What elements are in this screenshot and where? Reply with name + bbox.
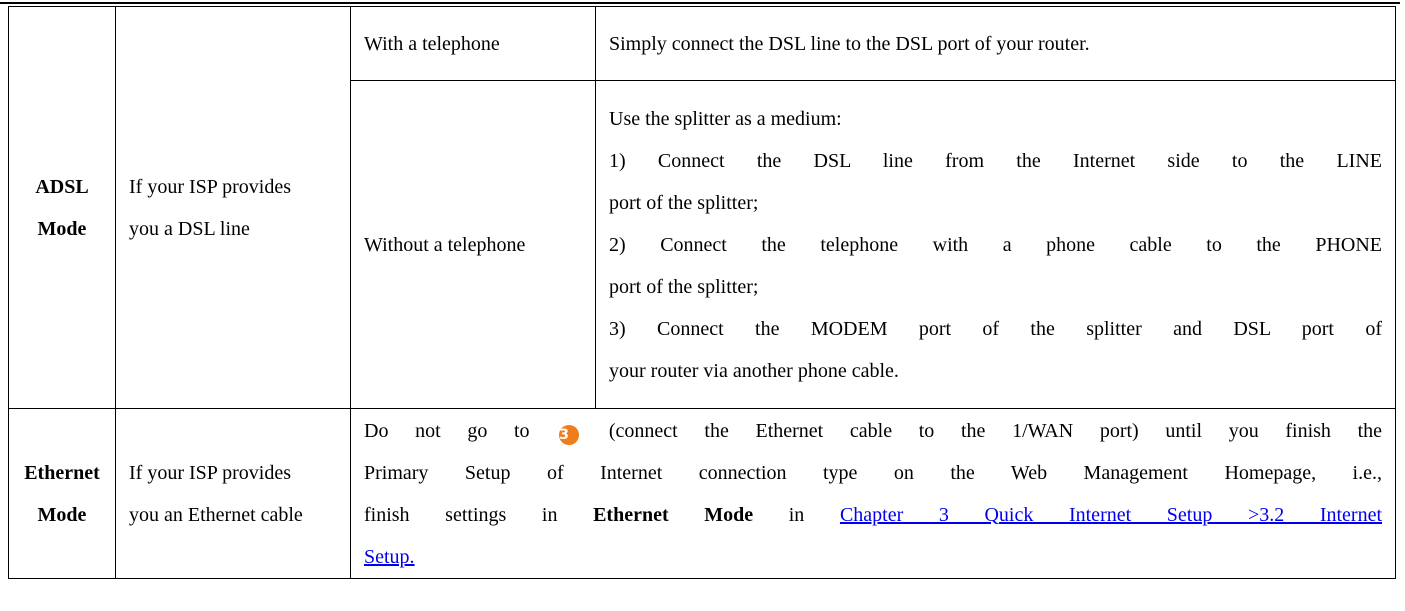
splitter-step1-line2: port of the splitter; bbox=[609, 191, 759, 214]
ethernet-desc-line3-start: finish settings in bbox=[364, 503, 558, 526]
adsl-condition-line1: If your ISP provides bbox=[129, 175, 292, 198]
ethernet-mode-bold: Ethernet Mode bbox=[593, 503, 754, 526]
ethernet-mode-label-line1: Ethernet bbox=[24, 461, 100, 484]
with-telephone-description: Simply connect the DSL line to the DSL p… bbox=[595, 6, 1396, 81]
splitter-step2-line2: port of the splitter; bbox=[609, 275, 759, 298]
ethernet-condition-line1: If your ISP provides bbox=[129, 461, 292, 484]
chapter3-link[interactable]: Chapter 3 Quick Internet Setup >3.2 Inte… bbox=[840, 504, 1382, 526]
adsl-mode-cell: ADSL Mode bbox=[8, 6, 116, 409]
splitter-intro: Use the splitter as a medium: bbox=[609, 107, 842, 130]
adsl-condition-cell: If your ISP provides you a DSL line bbox=[115, 6, 351, 409]
ethernet-condition-line2: you an Ethernet cable bbox=[129, 503, 303, 526]
ethernet-desc-line4: Setup. bbox=[364, 536, 1382, 578]
step-3-badge-icon: 3 bbox=[559, 424, 580, 445]
ethernet-mode-cell: Ethernet Mode bbox=[8, 408, 116, 579]
ethernet-desc-line2: Primary Setup of Internet connection typ… bbox=[364, 461, 1382, 484]
chapter3-link-continued[interactable]: Setup. bbox=[364, 546, 415, 568]
ethernet-desc-line1-end: (connect the Ethernet cable to the 1/WAN… bbox=[608, 419, 1383, 442]
with-telephone-label: With a telephone bbox=[350, 6, 596, 81]
ethernet-desc-line3: finish settings in Ethernet Mode in Chap… bbox=[364, 494, 1382, 536]
adsl-mode-label-line2: Mode bbox=[37, 217, 87, 240]
ethernet-desc-line3-mid: in bbox=[788, 503, 805, 526]
ethernet-desc-line1-start: Do not go to bbox=[364, 419, 530, 442]
ethernet-row: Ethernet Mode If your ISP provides you a… bbox=[8, 408, 1396, 579]
adsl-mode-label-line1: ADSL bbox=[35, 175, 89, 198]
connection-table: ADSL Mode If your ISP provides you a DSL… bbox=[8, 6, 1396, 579]
without-telephone-description: Use the splitter as a medium: 1) Connect… bbox=[595, 80, 1396, 409]
ethernet-description: Do not go to 3 (connect the Ethernet cab… bbox=[350, 408, 1396, 579]
adsl-condition-line2: you a DSL line bbox=[129, 217, 250, 240]
adsl-with-telephone-row: ADSL Mode If your ISP provides you a DSL… bbox=[8, 6, 1396, 409]
top-rule bbox=[0, 2, 1400, 4]
splitter-step3-line2: your router via another phone cable. bbox=[609, 359, 899, 382]
ethernet-condition-cell: If your ISP provides you an Ethernet cab… bbox=[115, 408, 351, 579]
ethernet-mode-label-line2: Mode bbox=[37, 503, 87, 526]
ethernet-desc-line1: Do not go to 3 (connect the Ethernet cab… bbox=[364, 410, 1382, 452]
splitter-step3-line1: 3) Connect the MODEM port of the splitte… bbox=[609, 317, 1382, 340]
splitter-step2-line1: 2) Connect the telephone with a phone ca… bbox=[609, 233, 1382, 256]
without-telephone-label: Without a telephone bbox=[350, 80, 596, 409]
splitter-step1-line1: 1) Connect the DSL line from the Interne… bbox=[609, 149, 1382, 172]
